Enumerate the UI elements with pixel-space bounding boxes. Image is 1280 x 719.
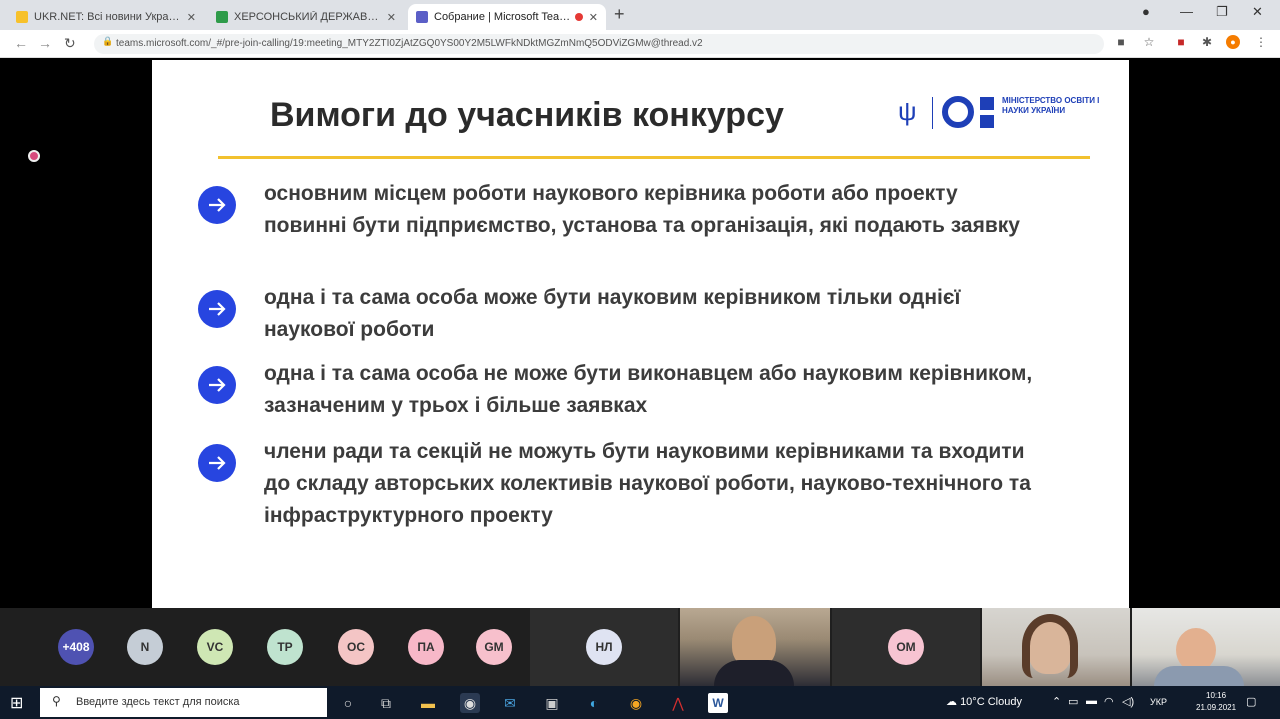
store-icon[interactable]: ▣ [542, 693, 562, 713]
logo-square [980, 115, 994, 128]
chrome-secondary-icon[interactable]: ◉ [626, 693, 646, 713]
windows-taskbar: ⊞ Введите здесь текст для поиска ⚲ ○ ⧉ ▬… [0, 686, 1280, 719]
arrow-right-icon [198, 366, 236, 404]
edge-icon[interactable]: ◐ [584, 693, 604, 713]
university-favicon-icon [216, 11, 228, 23]
tab-label: Собрание | Microsoft Teams [434, 11, 571, 23]
back-icon[interactable]: ← [14, 35, 28, 51]
system-clock[interactable]: 10:16 21.09.2021 [1196, 690, 1236, 714]
slide-title: Вимоги до учасників конкурсу [270, 96, 784, 134]
weather-text: 10°C Cloudy [960, 696, 1022, 708]
tab-teams[interactable]: Собрание | Microsoft Teams ✕ [408, 4, 606, 30]
close-icon[interactable]: ✕ [589, 11, 598, 24]
participant-body [714, 660, 794, 686]
participants-strip: +408 N VC TP OC ПА GM НЛ OM [0, 608, 1280, 686]
teams-favicon-icon [416, 11, 428, 23]
bullet-text: одна і та сама особа може бути науковим … [264, 286, 961, 341]
close-icon[interactable]: ✕ [387, 11, 396, 24]
tab-label: UKR.NET: Всі новини України [34, 11, 181, 23]
acrobat-icon[interactable]: ⋀ [668, 693, 688, 713]
address-bar[interactable]: teams.microsoft.com/_#/pre-join-calling/… [94, 34, 1104, 54]
profile-indicator-icon[interactable]: ● [1142, 4, 1150, 19]
minimize-icon[interactable]: — [1180, 4, 1193, 19]
clock-time: 10:16 [1206, 691, 1227, 700]
lock-icon[interactable]: 🔒 [102, 36, 113, 47]
participant-body [1154, 666, 1244, 686]
profile-avatar[interactable]: ● [1226, 35, 1240, 49]
overflow-participants-button[interactable]: +408 [58, 629, 94, 665]
participant-video-tile[interactable] [680, 608, 830, 686]
logo-divider [932, 97, 933, 129]
volume-icon[interactable]: ◁) [1122, 695, 1134, 708]
menu-icon[interactable]: ⋮ [1254, 35, 1268, 49]
ukrnet-favicon-icon [16, 11, 28, 23]
close-icon[interactable]: ✕ [187, 11, 196, 24]
window-close-icon[interactable]: ✕ [1252, 4, 1263, 20]
arrow-right-icon [198, 186, 236, 224]
title-underline [218, 156, 1090, 159]
ministry-logo: ψ МІНІСТЕРСТВО ОСВІТИ І НАУКИ УКРАЇНИ [898, 94, 1099, 134]
bullet-text: члени ради та секцій не можуть бути наук… [264, 440, 1031, 527]
participant-avatar[interactable]: N [127, 629, 163, 665]
participant-avatar[interactable]: GM [476, 629, 512, 665]
logo-circle [942, 96, 974, 128]
bullet-text: одна і та сама особа не може бути викона… [264, 362, 1033, 417]
participant-tile[interactable]: OM [832, 608, 980, 686]
browser-toolbar: ← → ↻ teams.microsoft.com/_#/pre-join-ca… [0, 30, 1280, 58]
participant-tile[interactable]: НЛ [530, 608, 678, 686]
clock-date: 21.09.2021 [1196, 703, 1237, 712]
logo-text: МІНІСТЕРСТВО ОСВІТИ І НАУКИ УКРАЇНИ [1002, 96, 1100, 115]
chrome-icon[interactable]: ◉ [460, 693, 480, 713]
mail-icon[interactable]: ✉ [500, 693, 520, 713]
weather-widget[interactable]: ☁ 10°C Cloudy [946, 695, 1022, 708]
bookmark-star-icon[interactable]: ☆ [1142, 35, 1156, 49]
maximize-icon[interactable]: ❐ [1216, 4, 1228, 20]
file-explorer-icon[interactable]: ▬ [418, 693, 438, 713]
search-icon: ⚲ [52, 694, 61, 708]
extensions-icon[interactable]: ✱ [1200, 35, 1214, 49]
shared-slide: Вимоги до учасників конкурсу ψ МІНІСТЕРС… [152, 60, 1129, 608]
bullet-text: основним місцем роботи наукового керівни… [264, 182, 1020, 237]
arrow-right-icon [198, 290, 236, 328]
taskbar-search-input[interactable]: Введите здесь текст для поиска [40, 688, 327, 717]
language-indicator[interactable]: УКР [1150, 697, 1167, 707]
camera-icon[interactable]: ■ [1114, 35, 1128, 49]
pdf-extension-icon[interactable]: ■ [1174, 35, 1188, 49]
windows-start-icon[interactable]: ⊞ [10, 693, 23, 713]
word-icon[interactable]: W [708, 693, 728, 713]
arrow-right-icon [198, 444, 236, 482]
tab-university[interactable]: ХЕРСОНСЬКИЙ ДЕРЖАВНИЙ УНІВЕРСИТЕТ ✕ [208, 4, 404, 30]
notifications-icon[interactable]: ▢ [1246, 695, 1256, 708]
task-view-icon[interactable]: ○ [338, 693, 358, 713]
participant-avatar[interactable]: OC [338, 629, 374, 665]
participant-avatar: НЛ [586, 629, 622, 665]
cloud-icon: ☁ [946, 696, 957, 708]
participant-avatar: OM [888, 629, 924, 665]
participant-video-tile[interactable] [982, 608, 1130, 686]
task-switcher-icon[interactable]: ⧉ [376, 693, 396, 713]
network-icon[interactable]: ▭ [1068, 695, 1078, 708]
reload-icon[interactable]: ↻ [64, 35, 76, 52]
new-tab-icon[interactable]: + [614, 4, 625, 25]
tab-label: ХЕРСОНСЬКИЙ ДЕРЖАВНИЙ УНІВЕРСИТЕТ [234, 11, 381, 23]
participant-avatar[interactable]: ПА [408, 629, 444, 665]
battery-icon[interactable]: ▬ [1086, 695, 1097, 707]
tray-overflow-icon[interactable]: ⌃ [1052, 695, 1061, 708]
participant-avatar[interactable]: TP [267, 629, 303, 665]
recording-indicator-icon [28, 150, 40, 162]
wifi-icon[interactable]: ◠ [1104, 695, 1114, 708]
tab-ukrnet[interactable]: UKR.NET: Всі новини України ✕ [8, 4, 204, 30]
forward-icon[interactable]: → [38, 35, 52, 51]
tab-strip: UKR.NET: Всі новини України ✕ ХЕРСОНСЬКИ… [0, 0, 1280, 30]
participant-avatar[interactable]: VC [197, 629, 233, 665]
participant-video-tile[interactable] [1132, 608, 1280, 686]
trident-icon: ψ [898, 96, 917, 126]
logo-square [980, 97, 994, 110]
recording-icon [574, 13, 583, 21]
participant-hair [1022, 614, 1078, 678]
